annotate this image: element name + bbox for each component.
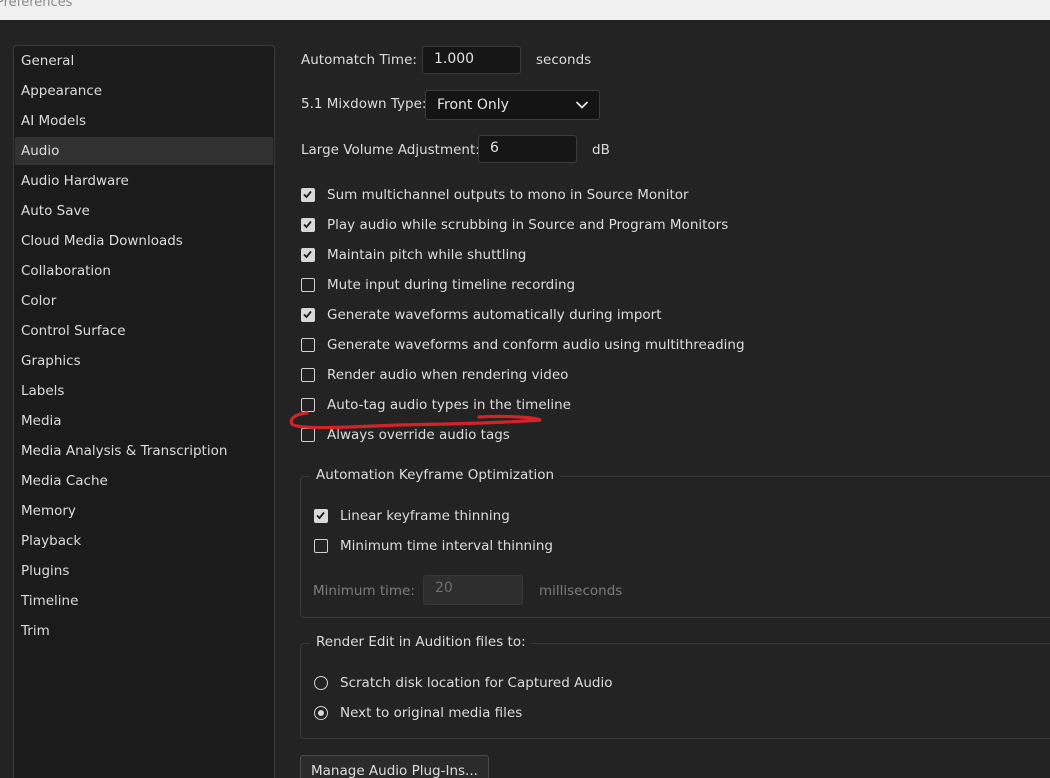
checkmark-icon — [303, 310, 312, 319]
radio-label: Next to original media files — [340, 705, 523, 721]
sidebar-item-graphics[interactable]: Graphics — [15, 347, 273, 375]
large-volume-label: Large Volume Adjustment: — [301, 142, 480, 158]
sidebar-item-timeline[interactable]: Timeline — [15, 587, 273, 615]
radio-button[interactable] — [314, 676, 328, 690]
window-title: Preferences — [0, 0, 73, 10]
automatch-time-unit: seconds — [536, 52, 592, 68]
keyframe-optimization-title: Automation Keyframe Optimization — [310, 467, 561, 483]
checkbox-label: Render audio when rendering video — [327, 367, 569, 383]
sidebar-item-media-analysis[interactable]: Media Analysis & Transcription — [15, 437, 273, 465]
min-time-label: Minimum time: — [313, 583, 415, 599]
checkbox-label: Mute input during timeline recording — [327, 277, 576, 293]
keyframe-optimization-group: Automation Keyframe Optimization Linear … — [300, 467, 1050, 618]
checkbox-box[interactable] — [314, 509, 328, 523]
preferences-dialog: General Appearance AI Models Audio Audio… — [0, 20, 1050, 778]
sidebar-item-playback[interactable]: Playback — [15, 527, 273, 555]
red-annotation-stroke — [289, 411, 542, 430]
checkbox-box[interactable] — [301, 248, 315, 262]
sidebar-item-general[interactable]: General — [15, 47, 273, 75]
render-audition-group: Render Edit in Audition files to: Scratc… — [300, 634, 1050, 739]
sidebar-item-media-cache[interactable]: Media Cache — [15, 467, 273, 495]
checkbox-label: Minimum time interval thinning — [340, 538, 553, 554]
preferences-sidebar: General Appearance AI Models Audio Audio… — [13, 45, 275, 778]
checkbox-box[interactable] — [301, 338, 315, 352]
checkbox-box[interactable] — [301, 218, 315, 232]
sidebar-item-collaboration[interactable]: Collaboration — [15, 257, 273, 285]
chevron-down-icon — [575, 101, 589, 109]
manage-audio-plugins-button[interactable]: Manage Audio Plug-Ins... — [300, 755, 489, 778]
automatch-time-label: Automatch Time: — [301, 52, 417, 68]
checkbox-label: Linear keyframe thinning — [340, 508, 510, 524]
sidebar-item-color[interactable]: Color — [15, 287, 273, 315]
checkbox-box[interactable] — [301, 278, 315, 292]
sidebar-item-appearance[interactable]: Appearance — [15, 77, 273, 105]
sidebar-item-control-surface[interactable]: Control Surface — [15, 317, 273, 345]
mixdown-type-value: Front Only — [437, 97, 509, 113]
sidebar-item-auto-save[interactable]: Auto Save — [15, 197, 273, 225]
checkbox-box[interactable] — [301, 368, 315, 382]
min-time-unit: milliseconds — [539, 583, 623, 599]
checkbox-label: Generate waveforms automatically during … — [327, 307, 662, 323]
mixdown-type-label: 5.1 Mixdown Type: — [301, 96, 427, 112]
sidebar-item-cloud-media-downloads[interactable]: Cloud Media Downloads — [15, 227, 273, 255]
checkmark-icon — [303, 190, 312, 199]
checkbox-box[interactable] — [314, 539, 328, 553]
title-bar: Preferences — [0, 0, 1050, 20]
checkbox-box[interactable] — [301, 188, 315, 202]
checkbox-label: Sum multichannel outputs to mono in Sour… — [327, 187, 689, 203]
sidebar-item-ai-models[interactable]: AI Models — [15, 107, 273, 135]
mixdown-type-select[interactable]: Front Only — [425, 90, 600, 120]
checkmark-icon — [303, 220, 312, 229]
checkbox-box[interactable] — [301, 308, 315, 322]
min-time-input[interactable]: 20 — [423, 575, 523, 605]
radio-label: Scratch disk location for Captured Audio — [340, 675, 613, 691]
sidebar-item-plugins[interactable]: Plugins — [15, 557, 273, 585]
render-audition-title: Render Edit in Audition files to: — [310, 634, 532, 650]
sidebar-item-trim[interactable]: Trim — [15, 617, 273, 645]
large-volume-input[interactable]: 6 — [478, 135, 577, 163]
radio-button[interactable] — [314, 706, 328, 720]
sidebar-item-media[interactable]: Media — [15, 407, 273, 435]
large-volume-unit: dB — [592, 142, 610, 158]
automatch-time-input[interactable]: 1.000 — [422, 46, 521, 74]
checkbox-label: Maintain pitch while shuttling — [327, 247, 527, 263]
checkbox-label: Play audio while scrubbing in Source and… — [327, 217, 729, 233]
checkmark-icon — [316, 511, 325, 520]
sidebar-item-labels[interactable]: Labels — [15, 377, 273, 405]
checkmark-icon — [303, 250, 312, 259]
checkbox-label: Generate waveforms and conform audio usi… — [327, 337, 745, 353]
sidebar-item-audio[interactable]: Audio — [15, 137, 273, 165]
sidebar-item-audio-hardware[interactable]: Audio Hardware — [15, 167, 273, 195]
sidebar-item-memory[interactable]: Memory — [15, 497, 273, 525]
